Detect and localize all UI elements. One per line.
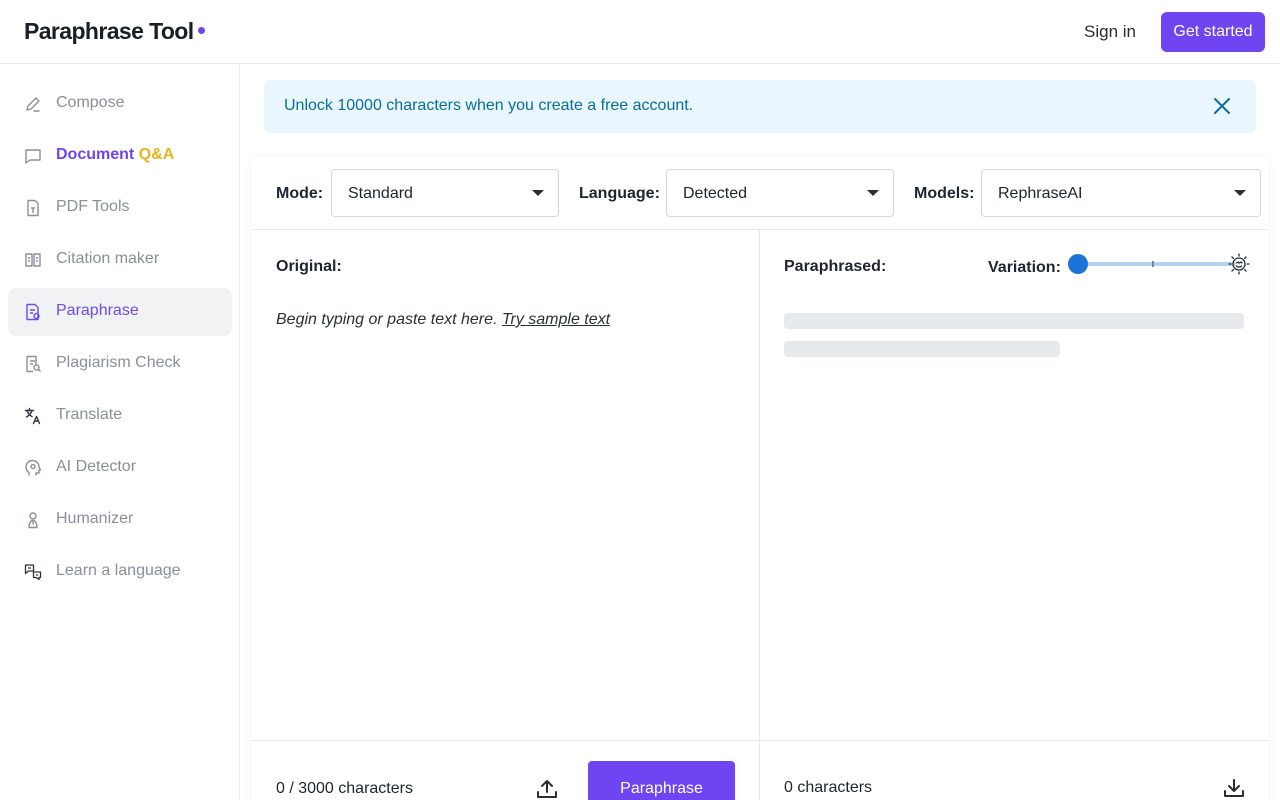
- sidebar-item-compose[interactable]: Compose: [8, 80, 232, 128]
- logo-dot: [197, 27, 205, 34]
- sidebar-item-humanizer[interactable]: Humanizer: [8, 496, 232, 544]
- paraphrase-button[interactable]: Paraphrase: [588, 761, 735, 800]
- creative-face-icon: [1226, 251, 1252, 277]
- close-icon[interactable]: [1212, 96, 1232, 116]
- pencil-icon: [24, 95, 42, 113]
- caret-down-icon: [1234, 190, 1246, 196]
- caret-down-icon: [532, 190, 544, 196]
- paraphrase-doc-icon: [24, 303, 42, 321]
- sidebar-item-label: Citation maker: [56, 250, 160, 267]
- upload-icon[interactable]: [535, 777, 559, 800]
- caret-down-icon: [867, 190, 879, 196]
- sidebar-item-label: PDF Tools: [56, 198, 130, 215]
- language-select[interactable]: Detected: [666, 169, 894, 217]
- sidebar-item-pdf-tools[interactable]: PDF Tools: [8, 184, 232, 232]
- doc-search-icon: [24, 355, 42, 373]
- input-placeholder: Begin typing or paste text here.: [276, 311, 498, 328]
- top-header: Paraphrase Tool Sign in Get started: [0, 0, 1280, 64]
- slider-track: [1078, 262, 1236, 266]
- humanizer-icon: [24, 511, 42, 529]
- signup-banner: Unlock 10000 characters when you create …: [264, 80, 1256, 133]
- logo-text: Paraphrase Tool: [24, 18, 194, 44]
- original-title: Original:: [276, 258, 342, 275]
- banner-text: Unlock 10000 characters when you create …: [284, 97, 694, 114]
- pane-divider: [759, 230, 760, 800]
- sidebar-item-label: Compose: [56, 94, 125, 111]
- sidebar-item-label: Humanizer: [56, 510, 134, 527]
- sidebar-item-label: AI Detector: [56, 458, 137, 475]
- chat-bubble-icon: [24, 147, 42, 165]
- footer-divider: [252, 740, 1268, 741]
- sidebar-item-label: Paraphrase: [56, 302, 139, 319]
- sidebar-item-label: Learn a language: [56, 562, 181, 579]
- mode-label: Mode:: [276, 185, 324, 202]
- models-select[interactable]: RephraseAI: [981, 169, 1261, 217]
- sign-in-button[interactable]: Sign in: [1072, 12, 1148, 52]
- mode-value: Standard: [348, 185, 413, 202]
- logo[interactable]: Paraphrase Tool: [24, 18, 205, 45]
- try-sample-text-link[interactable]: Try sample text: [502, 311, 610, 328]
- slider-thumb[interactable]: [1068, 254, 1088, 274]
- book-icon: [24, 251, 42, 269]
- sidebar-item-learn-a-language[interactable]: Learn a language: [8, 548, 232, 596]
- sidebar: Compose Document Q&A PDF Tools Citation …: [0, 64, 240, 800]
- sidebar-item-label: Plagiarism Check: [56, 354, 181, 371]
- pdf-file-icon: [24, 199, 42, 217]
- variation-label: Variation:: [988, 259, 1061, 276]
- slider-tick: [1152, 261, 1154, 267]
- variation-slider[interactable]: [1068, 251, 1252, 277]
- original-text-input[interactable]: Begin typing or paste text here. Try sam…: [276, 311, 610, 329]
- paraphrased-title: Paraphrased:: [784, 258, 887, 275]
- paraphrased-char-count: 0 characters: [784, 779, 873, 796]
- language-value: Detected: [683, 185, 748, 202]
- language-chat-icon: [24, 563, 42, 581]
- sidebar-item-citation-maker[interactable]: Citation maker: [8, 236, 232, 284]
- models-label: Models:: [914, 185, 975, 202]
- sidebar-item-document-qa[interactable]: Document Q&A: [8, 132, 232, 180]
- editor-card: Mode: Standard Language: Detected Models…: [252, 157, 1268, 800]
- sidebar-item-ai-detector[interactable]: AI Detector: [8, 444, 232, 492]
- models-value: RephraseAI: [998, 185, 1083, 202]
- sidebar-item-paraphrase[interactable]: Paraphrase: [8, 288, 232, 336]
- sidebar-item-label: Document Q&A: [56, 146, 174, 164]
- original-char-count: 0 / 3000 characters: [276, 780, 413, 797]
- sidebar-item-plagiarism-check[interactable]: Plagiarism Check: [8, 340, 232, 388]
- translate-icon: [24, 407, 42, 425]
- ai-head-icon: [24, 459, 42, 477]
- editor-toolbar: Mode: Standard Language: Detected Models…: [252, 157, 1268, 230]
- language-label: Language:: [579, 185, 660, 202]
- download-icon[interactable]: [1222, 776, 1246, 800]
- loading-skeleton-line: [784, 341, 1060, 357]
- document-label: Document: [56, 146, 135, 163]
- mode-select[interactable]: Standard: [331, 169, 559, 217]
- get-started-button[interactable]: Get started: [1161, 12, 1265, 52]
- sidebar-item-translate[interactable]: Translate: [8, 392, 232, 440]
- qa-label: Q&A: [138, 146, 175, 163]
- sidebar-item-label: Translate: [56, 406, 123, 423]
- loading-skeleton-line: [784, 313, 1244, 329]
